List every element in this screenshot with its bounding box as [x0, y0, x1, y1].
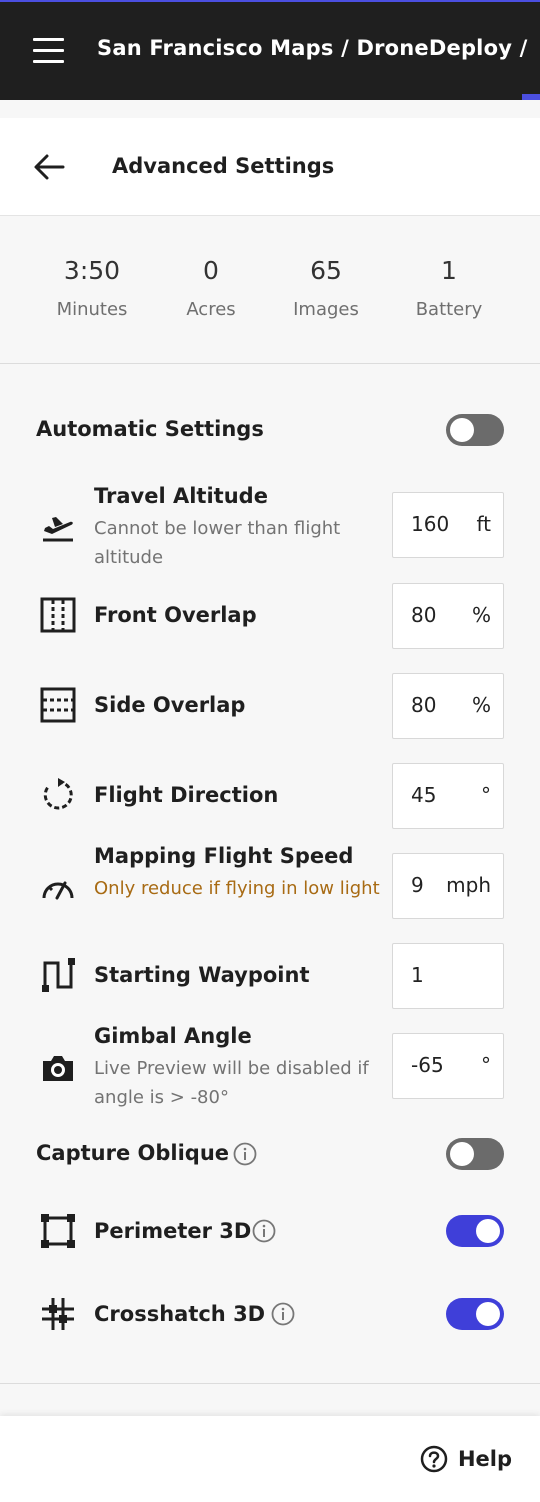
field-value: 160: [411, 512, 450, 536]
page-title: Advanced Settings: [112, 154, 335, 178]
flight-stats: 3:50 Minutes 0 Acres 65 Images 1 Battery: [0, 216, 540, 364]
back-arrow-icon[interactable]: [33, 153, 65, 181]
speedometer-icon: [40, 870, 76, 906]
rotate-icon: [40, 777, 76, 813]
front-overlap-input[interactable]: 80 %: [392, 583, 504, 649]
flight-direction-label: Flight Direction: [94, 783, 279, 807]
field-unit: %: [471, 693, 491, 717]
travel-altitude-label: Travel Altitude: [94, 484, 268, 508]
capture-oblique-toggle[interactable]: [446, 1138, 504, 1170]
gimbal-angle-input[interactable]: -65 °: [392, 1033, 504, 1099]
field-value: 45: [411, 783, 437, 807]
help-label: Help: [457, 1447, 512, 1471]
crosshatch-3d-toggle[interactable]: [446, 1298, 504, 1330]
stat-value: 3:50: [63, 256, 121, 285]
starting-waypoint-input[interactable]: 1: [392, 943, 504, 1009]
stat-label: Minutes: [56, 299, 128, 320]
stat-battery: 1 Battery: [389, 256, 509, 320]
help-button[interactable]: Help: [420, 1444, 512, 1474]
perimeter-3d-toggle[interactable]: [446, 1215, 504, 1247]
field-unit: mph: [446, 873, 491, 897]
info-icon[interactable]: [233, 1142, 257, 1166]
footer-bar: Help: [0, 1416, 540, 1502]
field-unit: %: [471, 603, 491, 627]
flight-direction-input[interactable]: 45 °: [392, 763, 504, 829]
crosshatch-3d-label: Crosshatch 3D: [94, 1302, 266, 1326]
stat-acres: 0 Acres: [151, 256, 271, 320]
breadcrumb[interactable]: San Francisco Maps / DroneDeploy /: [97, 36, 527, 60]
side-overlap-label: Side Overlap: [94, 693, 246, 717]
mapping-speed-hint: Only reduce if flying in low light: [94, 878, 380, 899]
mapping-speed-input[interactable]: 9 mph: [392, 853, 504, 919]
stat-value: 65: [310, 256, 342, 285]
front-overlap-label: Front Overlap: [94, 603, 257, 627]
help-circle-icon: [420, 1445, 448, 1473]
perimeter-3d-label: Perimeter 3D: [94, 1219, 252, 1243]
field-value: 9: [411, 873, 424, 897]
stat-images: 65 Images: [266, 256, 386, 320]
field-value: -65: [411, 1053, 444, 1077]
stat-minutes: 3:50 Minutes: [32, 256, 152, 320]
info-icon[interactable]: [252, 1219, 276, 1243]
mapping-speed-label: Mapping Flight Speed: [94, 844, 354, 868]
waypoint-path-icon: [40, 957, 76, 993]
stat-label: Acres: [186, 299, 236, 320]
stat-label: Images: [293, 299, 359, 320]
stat-value: 1: [441, 256, 457, 285]
gimbal-angle-hint: Live Preview will be disabled if angle i…: [94, 1058, 369, 1108]
info-icon[interactable]: [271, 1302, 295, 1326]
side-overlap-input[interactable]: 80 %: [392, 673, 504, 739]
plane-takeoff-icon: [40, 510, 76, 546]
camera-icon: [40, 1050, 76, 1086]
top-bar: San Francisco Maps / DroneDeploy /: [0, 0, 540, 100]
field-value: 1: [411, 963, 424, 987]
side-overlap-icon: [40, 687, 76, 723]
perimeter-square-icon: [40, 1213, 76, 1249]
stat-label: Battery: [415, 299, 483, 320]
page-header: Advanced Settings: [0, 118, 540, 216]
capture-oblique-label: Capture Oblique: [36, 1141, 230, 1165]
stat-value: 0: [203, 256, 219, 285]
front-overlap-icon: [40, 597, 76, 633]
travel-altitude-hint: Cannot be lower than flight altitude: [94, 518, 341, 568]
automatic-settings-label: Automatic Settings: [36, 417, 264, 441]
field-value: 80: [411, 693, 437, 717]
field-unit: ft: [476, 512, 491, 536]
field-unit: °: [481, 1053, 491, 1077]
starting-waypoint-label: Starting Waypoint: [94, 963, 310, 987]
divider: [0, 1383, 540, 1384]
automatic-settings-toggle[interactable]: [446, 414, 504, 446]
menu-icon[interactable]: [33, 38, 64, 65]
gimbal-angle-label: Gimbal Angle: [94, 1024, 252, 1048]
field-unit: °: [481, 783, 491, 807]
field-value: 80: [411, 603, 437, 627]
travel-altitude-input[interactable]: 160 ft: [392, 492, 504, 558]
accent-bar: [522, 94, 540, 100]
crosshatch-grid-icon: [40, 1296, 76, 1332]
